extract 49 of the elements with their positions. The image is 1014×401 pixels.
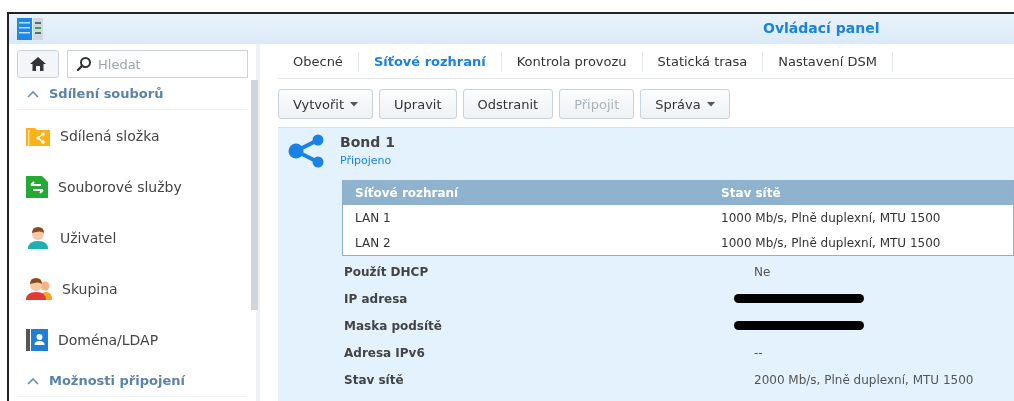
interface-name: Bond 1	[340, 134, 395, 150]
search-field[interactable]: Hledat	[67, 50, 248, 78]
file-services-icon	[26, 175, 48, 198]
sidebar-item[interactable]: Sdílená složka	[9, 110, 244, 161]
property-label: Stav sítě	[343, 372, 405, 387]
group-icon	[26, 277, 52, 300]
section-header[interactable]: Možnosti připojení	[17, 365, 247, 397]
tab[interactable]: Síťové rozhraní	[358, 52, 502, 72]
dropdown-button[interactable]: Vytvořit	[278, 89, 374, 119]
property-value: 2000 Mb/s, Plně duplexní, MTU 1500	[754, 372, 974, 387]
tab[interactable]: Kontrola provozu	[501, 52, 643, 72]
column-header: Síťové rozhraní	[354, 185, 460, 200]
chevron-up-icon	[27, 376, 39, 385]
user-icon	[26, 226, 50, 249]
tab[interactable]: Obecné	[278, 52, 359, 72]
shared-folder-icon	[26, 125, 50, 146]
sidebar-item[interactable]: Uživatel	[9, 212, 244, 263]
sidebar-item[interactable]: Skupina	[9, 263, 244, 314]
sidebar-item[interactable]: Doména/LDAP	[9, 314, 244, 365]
toolbar-button[interactable]: Odstranit	[462, 89, 554, 119]
tab[interactable]: Statická trasa	[642, 52, 764, 72]
tab[interactable]: Nastavení DSM	[763, 52, 893, 72]
property-value: --	[754, 345, 763, 360]
property-label: IP adresa	[343, 291, 409, 306]
home-button[interactable]	[17, 50, 59, 78]
home-icon	[29, 56, 47, 72]
sidebar-item[interactable]: Souborové služby	[9, 161, 244, 212]
connection-status: Připojeno	[340, 154, 393, 167]
dropdown-button[interactable]: Správa	[640, 89, 730, 119]
property-value: Ne	[754, 264, 771, 279]
property-label: Použít DHCP	[343, 264, 430, 279]
caret-icon	[350, 101, 359, 107]
property-label: Adresa IPv6	[343, 345, 426, 360]
scrollbar[interactable]	[251, 80, 258, 310]
table-cell: 1000 Mb/s, Plně duplexní, MTU 1500	[721, 210, 941, 225]
section-header[interactable]: Sdílení souborů	[17, 78, 247, 110]
table-cell: 1000 Mb/s, Plně duplexní, MTU 1500	[721, 235, 941, 250]
caret-icon	[706, 101, 715, 107]
column-header: Stav sítě	[721, 185, 781, 200]
share-icon	[288, 134, 326, 168]
directory-icon	[26, 328, 48, 351]
control-panel-icon	[17, 18, 43, 40]
property-label: Maska podsítě	[343, 318, 443, 333]
toolbar-button[interactable]: Upravit	[379, 89, 457, 119]
table-cell-text: LAN 2	[354, 235, 392, 250]
interface-panel[interactable]	[278, 127, 1014, 401]
chevron-up-icon	[27, 89, 39, 98]
window-title: Ovládací panel	[763, 20, 880, 36]
table-cell-text: LAN 1	[354, 210, 392, 225]
